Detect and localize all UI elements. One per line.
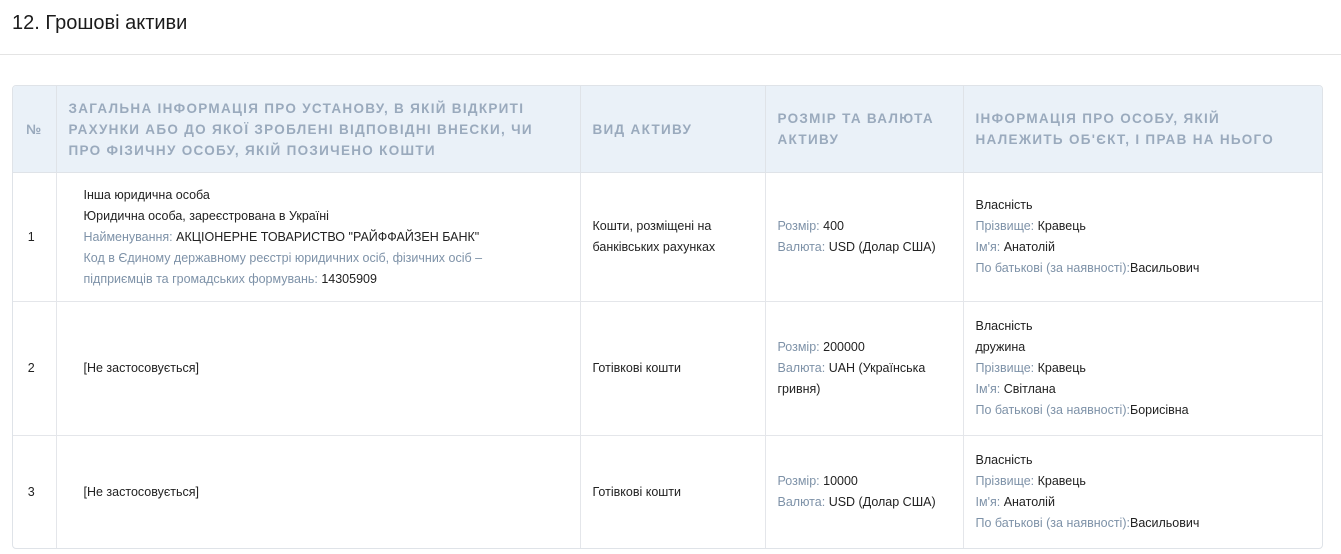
institution-cell: [Не застосовується] [56, 435, 581, 548]
owner-right: Власність [975, 319, 1033, 333]
size-currency-cell: Розмір: 400 Валюта: USD (Долар США) [765, 172, 964, 302]
owner-relation: дружина [975, 340, 1026, 354]
table-row: 3 [Не застосовується] Готівкові кошти Ро… [13, 435, 1322, 549]
institution-cell: Інша юридична особа Юридична особа, заре… [56, 172, 581, 302]
row-number: 2 [13, 301, 57, 436]
header-asset-type: Вид активу [580, 86, 766, 173]
asset-type-cell: Готівкові кошти [580, 435, 766, 548]
patronymic-line: По батькові (за наявності):Борисівна [976, 400, 1311, 421]
size-line: Розмір: 200000 [778, 337, 951, 358]
table-header-row: № Загальна інформація про установу, в як… [13, 86, 1322, 173]
patronymic-label: По батькові (за наявності): [975, 261, 1130, 275]
patronymic-line: По батькові (за наявності):Васильович [976, 513, 1311, 534]
institution-code-line: Код в Єдиному державному реєстрі юридичн… [84, 248, 514, 290]
owner-cell: Власність Прізвище: Кравець Ім'я: Анатол… [963, 172, 1322, 302]
owner-right: Власність [975, 453, 1033, 467]
header-institution: Загальна інформація про установу, в якій… [56, 86, 581, 173]
currency-line: Валюта: UAH (Українська гривня) [778, 358, 951, 400]
divider [0, 54, 1341, 55]
header-num: № [13, 86, 57, 173]
institution-cell: [Не застосовується] [56, 301, 581, 436]
name-value: Анатолій [1003, 240, 1055, 254]
header-size-currency: Розмір та валюта активу [765, 86, 964, 173]
currency-value: USD (Долар США) [828, 240, 936, 254]
header-owner: Інформація про особу, якій належить об'є… [963, 86, 1322, 173]
institution-name-line: Найменування: АКЦІОНЕРНЕ ТОВАРИСТВО "РАЙ… [84, 227, 568, 248]
edrpou-value: 14305909 [321, 271, 377, 286]
surname-label: Прізвище: [975, 474, 1035, 488]
surname-line: Прізвище: Кравець [976, 358, 1311, 379]
surname-line: Прізвище: Кравець [976, 471, 1311, 492]
name-line: Ім'я: Світлана [976, 379, 1311, 400]
size-label: Розмір: [777, 474, 820, 488]
asset-type-cell: Кошти, розміщені на банківських рахунках [580, 172, 766, 302]
size-currency-cell: Розмір: 200000 Валюта: UAH (Українська г… [765, 301, 964, 436]
table-row: 1 Інша юридична особа Юридична особа, за… [13, 172, 1322, 302]
currency-line: Валюта: USD (Долар США) [778, 492, 951, 513]
patronymic-value: Васильович [1129, 261, 1200, 275]
name-line: Ім'я: Анатолій [976, 492, 1311, 513]
currency-label: Валюта: [777, 361, 826, 375]
asset-type-cell: Готівкові кошти [580, 301, 766, 436]
name-line: Ім'я: Анатолій [976, 237, 1311, 258]
size-line: Розмір: 10000 [778, 471, 951, 492]
patronymic-value: Васильович [1129, 516, 1200, 530]
size-label: Розмір: [777, 219, 820, 233]
surname-line: Прізвище: Кравець [976, 216, 1311, 237]
owner-right: Власність [975, 198, 1033, 212]
surname-label: Прізвище: [975, 361, 1035, 375]
org-name-value: АКЦІОНЕРНЕ ТОВАРИСТВО "РАЙФФАЙЗЕН БАНК" [176, 229, 480, 244]
patronymic-line: По батькові (за наявності):Васильович [976, 258, 1311, 279]
name-value: Світлана [1003, 382, 1056, 396]
section-title: 12. Грошові активи [12, 12, 188, 34]
institution-type: Інша юридична особа [83, 187, 210, 202]
currency-value: USD (Долар США) [828, 495, 936, 509]
currency-label: Валюта: [777, 240, 826, 254]
row-number: 3 [13, 435, 57, 548]
size-value: 200000 [823, 340, 865, 354]
institution-subtype: Юридична особа, зареєстрована в Україні [83, 208, 329, 223]
size-line: Розмір: 400 [778, 216, 951, 237]
name-label: Ім'я: [975, 382, 1001, 396]
org-name-label: Найменування: [83, 229, 173, 244]
name-label: Ім'я: [975, 495, 1001, 509]
table-row: 2 [Не застосовується] Готівкові кошти Ро… [13, 301, 1322, 436]
edrpou-label: Код в Єдиному державному реєстрі юридичн… [83, 250, 483, 286]
surname-value: Кравець [1037, 474, 1086, 488]
patronymic-value: Борисівна [1129, 403, 1189, 417]
row-number: 1 [13, 172, 57, 302]
name-value: Анатолій [1003, 495, 1055, 509]
surname-label: Прізвище: [975, 219, 1035, 233]
owner-cell: Власність дружина Прізвище: Кравець Ім'я… [963, 301, 1322, 436]
currency-label: Валюта: [777, 495, 826, 509]
currency-line: Валюта: USD (Долар США) [778, 237, 951, 258]
name-label: Ім'я: [975, 240, 1001, 254]
surname-value: Кравець [1037, 361, 1086, 375]
size-value: 400 [823, 219, 844, 233]
owner-cell: Власність Прізвище: Кравець Ім'я: Анатол… [963, 436, 1322, 549]
size-value: 10000 [823, 474, 858, 488]
patronymic-label: По батькові (за наявності): [975, 516, 1130, 530]
surname-value: Кравець [1037, 219, 1086, 233]
size-label: Розмір: [777, 340, 820, 354]
patronymic-label: По батькові (за наявності): [975, 403, 1130, 417]
size-currency-cell: Розмір: 10000 Валюта: USD (Долар США) [765, 435, 964, 548]
monetary-assets-table: № Загальна інформація про установу, в як… [12, 85, 1323, 549]
